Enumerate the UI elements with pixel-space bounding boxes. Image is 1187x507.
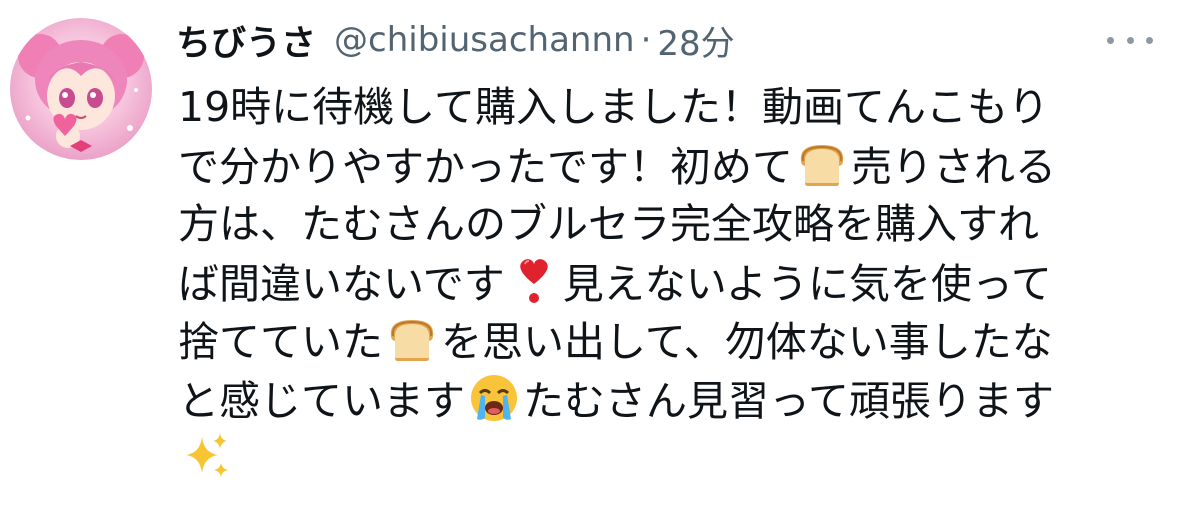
timestamp[interactable]: 28分: [657, 16, 734, 65]
tweet-line: と感じています たむさん見習って頑張ります: [178, 371, 1158, 430]
more-dot: [1107, 36, 1114, 44]
user-handle[interactable]: @chibiusachannn: [334, 20, 635, 60]
tweet-text: 19時に待機して購入しました！動画てんこもり で分かりやすかったです！初めて 売…: [178, 78, 1158, 488]
tweet-text-segment: 売りされる: [851, 142, 1056, 191]
tweet-text-segment: 見えないように気を使って: [562, 259, 1052, 308]
more-dot: [1126, 36, 1134, 44]
loudly-crying-face-emoji-icon: [467, 371, 521, 425]
tweet-text-segment: たむさん見習って頑張ります: [523, 376, 1054, 425]
tweet-line: 19時に待機して購入しました！動画てんこもり: [178, 78, 1158, 137]
avatar-anime-girl-image: [18, 34, 144, 152]
tweet-text-segment: 方は、たむさんのブルセラ完全攻略を購入すれ: [178, 200, 1039, 248]
more-dots-icon[interactable]: [1107, 26, 1153, 54]
more-dot: [1146, 36, 1153, 44]
tweet-header: ちびうさ @chibiusachannn · 28分: [176, 14, 735, 66]
tweet[interactable]: ちびうさ @chibiusachannn · 28分 19時に待機して購入しまし…: [0, 0, 1187, 507]
tweet-line: で分かりやすかったです！初めて 売りされる: [178, 137, 1158, 196]
bread-emoji-icon: [385, 312, 439, 366]
separator-dot: ·: [640, 20, 652, 60]
avatar[interactable]: [10, 18, 152, 160]
sparkles-emoji-icon: [180, 429, 234, 483]
tweet-text-segment: 19時に待機して購入しました！動画てんこもり: [178, 83, 1049, 131]
tweet-text-segment: ば間違いないです: [178, 259, 505, 308]
tweet-line: 捨てていた を思い出して、勿体ない事したな: [178, 312, 1158, 371]
display-name[interactable]: ちびうさ: [176, 15, 316, 66]
tweet-line: [178, 429, 1158, 488]
tweet-text-segment: を思い出して、勿体ない事したな: [441, 318, 1053, 366]
tweet-text-segment: 捨てていた: [178, 318, 383, 366]
tweet-line: 方は、たむさんのブルセラ完全攻略を購入すれ: [178, 195, 1158, 254]
bread-emoji-icon: [795, 137, 849, 191]
tweet-line: ば間違いないです 見えないように気を使って: [178, 254, 1158, 313]
heart-exclamation-emoji-icon: [507, 254, 561, 308]
tweet-text-segment: で分かりやすかったです！初めて: [178, 142, 793, 191]
tweet-text-segment: と感じています: [178, 376, 465, 425]
